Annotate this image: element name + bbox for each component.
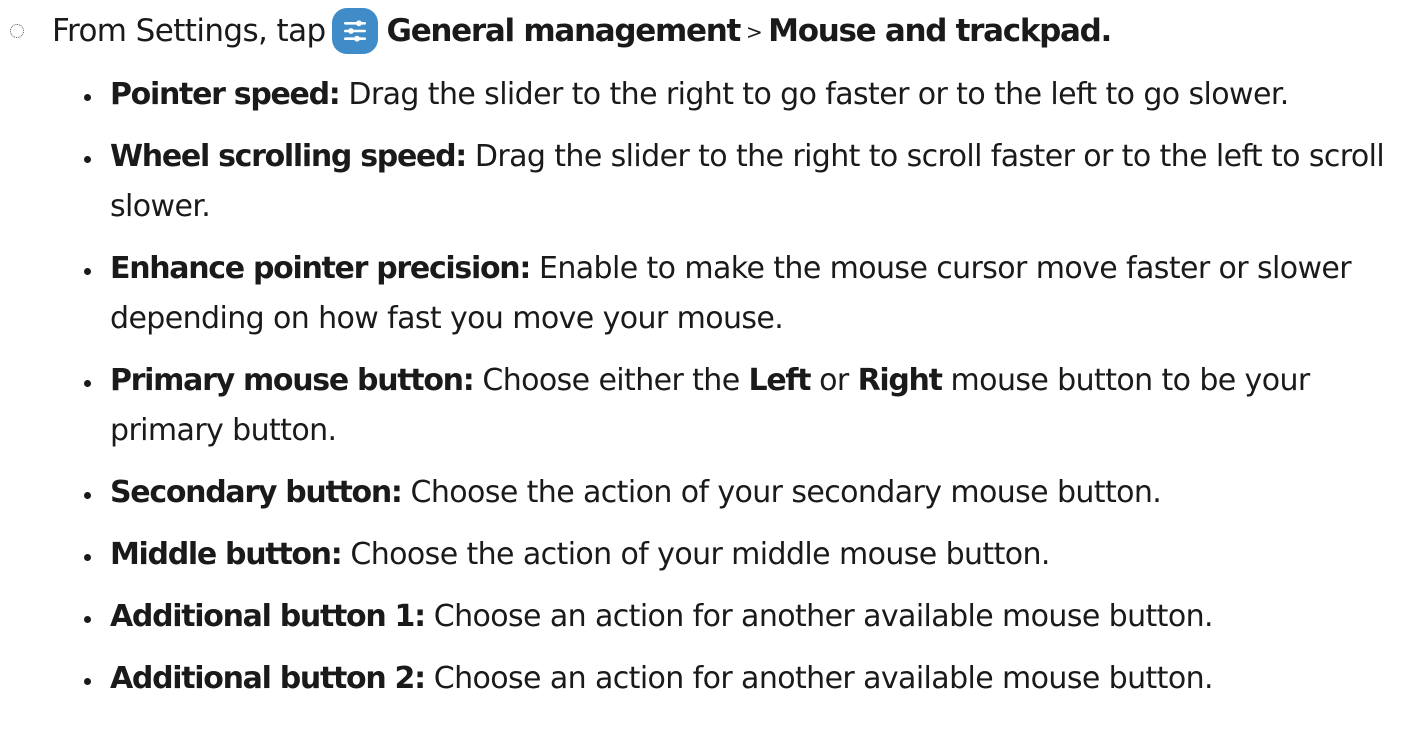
list-item: Secondary button: Choose the action of y… <box>80 468 1398 518</box>
menu-path-mouse-trackpad: Mouse and trackpad. <box>768 13 1112 49</box>
list-item: Additional button 1: Choose an action fo… <box>80 592 1398 642</box>
option-description: Choose an action for another available m… <box>424 661 1214 696</box>
option-description: or <box>810 363 858 398</box>
option-description: Choose either the <box>473 363 749 398</box>
list-item: Pointer speed: Drag the slider to the ri… <box>80 70 1398 120</box>
list-item: Middle button: Choose the action of your… <box>80 530 1398 580</box>
option-description: Choose the action of your middle mouse b… <box>341 537 1050 572</box>
option-description: Choose the action of your secondary mous… <box>401 475 1162 510</box>
menu-path-general-management: General management <box>386 13 742 49</box>
option-description: Drag the slider to the right to go faste… <box>339 77 1289 112</box>
instruction-step: From Settings, tap General management > … <box>10 6 1400 56</box>
sliders-glyph <box>343 20 366 42</box>
option-name: Additional button 1: <box>110 599 426 634</box>
step-bullet <box>10 24 24 38</box>
option-name: Enhance pointer precision: <box>110 251 531 286</box>
path-separator: > <box>745 20 763 44</box>
list-item: Enhance pointer precision: Enable to mak… <box>80 244 1398 344</box>
mouse-options-list: Pointer speed: Drag the slider to the ri… <box>80 70 1398 716</box>
option-name: Pointer speed: <box>110 77 341 112</box>
option-description: Choose an action for another available m… <box>424 599 1214 634</box>
option-name: Primary mouse button: <box>110 363 475 398</box>
option-left-label: Left <box>748 363 812 398</box>
option-name: Middle button: <box>110 537 343 572</box>
option-name: Secondary button: <box>110 475 403 510</box>
list-item: Additional button 2: Choose an action fo… <box>80 654 1398 704</box>
option-right-label: Right <box>857 363 943 398</box>
step-prefix: From Settings, tap <box>52 13 326 49</box>
option-name: Wheel scrolling speed: <box>110 139 467 174</box>
settings-sliders-icon <box>331 8 378 54</box>
option-name: Additional button 2: <box>110 661 426 696</box>
list-item: Wheel scrolling speed: Drag the slider t… <box>80 132 1398 232</box>
list-item: Primary mouse button: Choose either the … <box>80 356 1398 456</box>
